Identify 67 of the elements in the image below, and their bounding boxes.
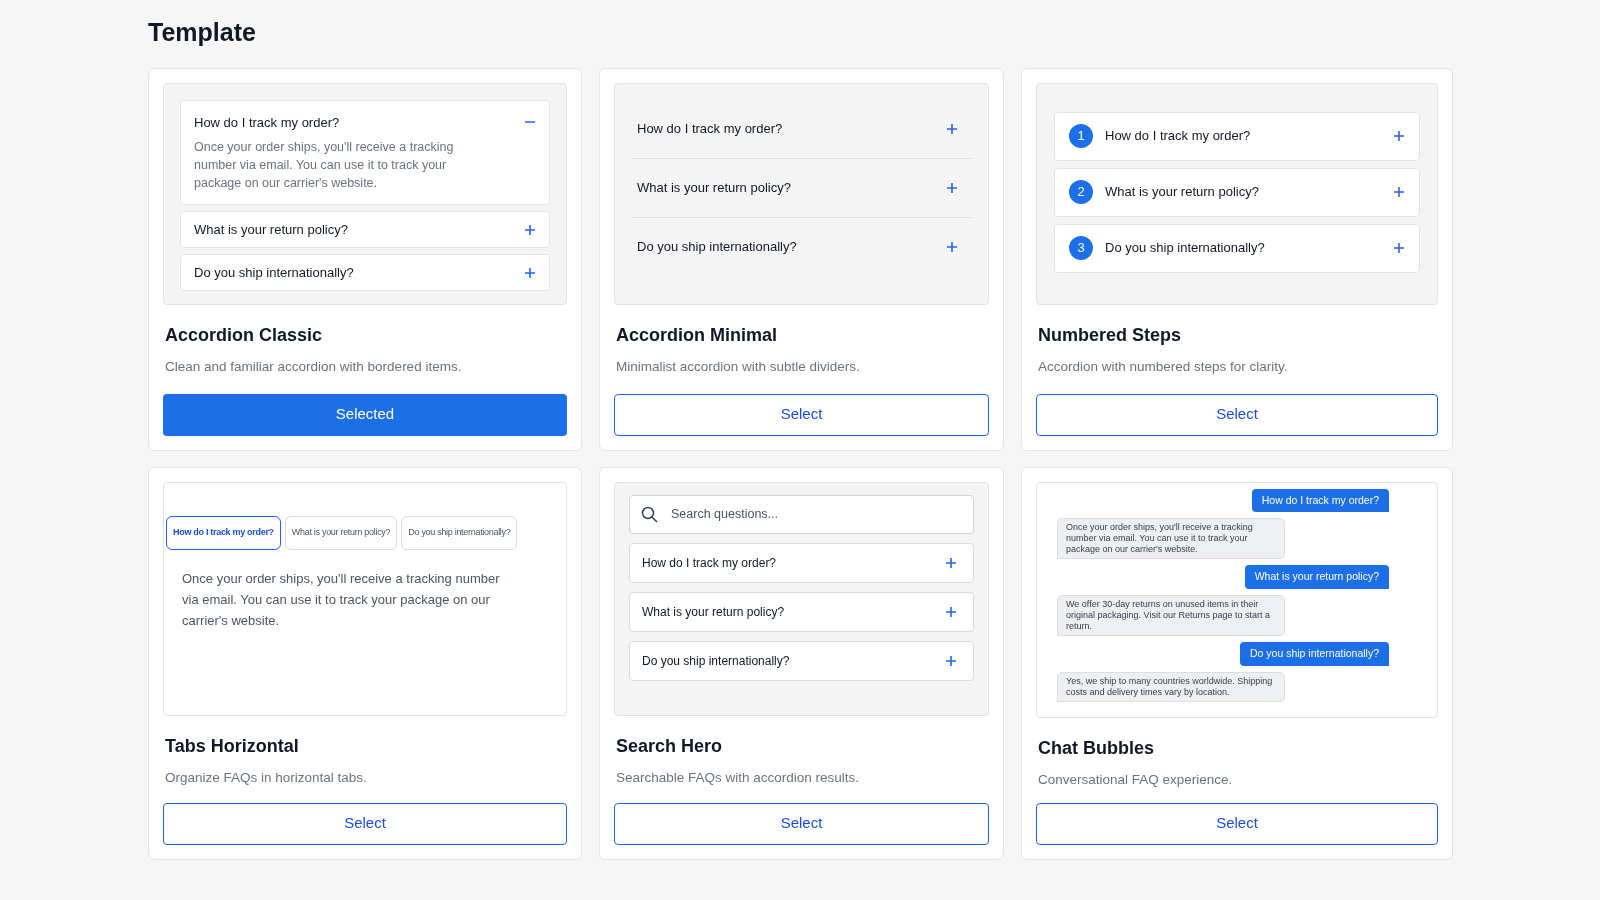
card-description: Accordion with numbered steps for clarity. <box>1038 357 1289 376</box>
card-title: Chat Bubbles <box>1038 736 1155 760</box>
card-description: Organize FAQs in horizontal tabs. <box>165 768 368 787</box>
answer-bubble: We offer 30-day returns on unused items in their original packaging. Visit our Returns page to start a return. <box>1057 595 1285 636</box>
question-text: What is your return policy? <box>1105 183 1260 202</box>
question-text[interactable]: How do I track my order? <box>637 118 783 139</box>
select-button[interactable]: Select <box>163 802 567 845</box>
plus-icon[interactable] <box>1393 130 1405 142</box>
search-field[interactable]: Search questions... <box>629 494 974 534</box>
plus-icon[interactable] <box>945 654 957 667</box>
page-title: Template <box>148 17 257 48</box>
card-title: Search Hero <box>616 734 724 758</box>
answer-bubble: Once your order ships, you'll receive a tracking number via email. You can use it to track your package on our carrier's website. <box>1057 518 1285 560</box>
accordion-item[interactable]: 2 What is your return policy? <box>1054 167 1420 217</box>
select-button[interactable]: Select <box>614 393 989 436</box>
question-text[interactable]: Do you ship internationally? <box>637 237 797 257</box>
card-description: Clean and familiar accordion with bordered items. <box>165 357 463 376</box>
question-text: Do you ship internationally? <box>1105 239 1266 258</box>
select-button[interactable]: Select <box>1036 393 1438 436</box>
question-bubble: Do you ship internationally? <box>1240 642 1389 666</box>
accordion-item[interactable]: How do I track my order? <box>629 542 974 583</box>
accordion-item[interactable]: Do you ship internationally? <box>629 640 974 681</box>
question-text: Do you ship internationally? <box>194 263 354 282</box>
question-text: How do I track my order? <box>642 554 777 572</box>
question-text: What is your return policy? <box>194 220 348 239</box>
question-text: How do I track my order? <box>1105 127 1252 146</box>
card-title: Numbered Steps <box>1038 323 1183 347</box>
select-button[interactable]: Selected <box>163 393 567 436</box>
accordion-item[interactable]: 3 Do you ship internationally? <box>1054 223 1420 273</box>
plus-icon[interactable] <box>1393 186 1405 198</box>
accordion-item[interactable]: 1 How do I track my order? <box>1054 111 1420 161</box>
plus-icon[interactable] <box>945 556 957 569</box>
plus-icon[interactable] <box>946 181 958 194</box>
select-button[interactable]: Select <box>1036 802 1438 845</box>
question-bubble: How do I track my order? <box>1251 488 1389 513</box>
card-title: Tabs Horizontal <box>165 734 300 758</box>
question-text[interactable]: What is your return policy? <box>637 177 791 198</box>
plus-icon[interactable] <box>945 605 957 618</box>
tab[interactable]: Do you ship internationally? <box>401 515 518 550</box>
select-button[interactable]: Select <box>614 802 989 845</box>
step-number: 2 <box>1069 180 1093 204</box>
plus-icon[interactable] <box>1393 242 1405 254</box>
question-text: Do you ship internationally? <box>642 652 790 670</box>
card-description: Minimalist accordion with subtle dividers. <box>616 357 861 376</box>
card-title: Accordion Minimal <box>616 323 778 347</box>
tab[interactable]: What is your return policy? <box>284 515 398 550</box>
question-text: What is your return policy? <box>642 603 785 621</box>
card-title: Accordion Classic <box>165 323 324 347</box>
answer-bubble: Yes, we ship to many countries worldwide. Shipping costs and delivery times vary by location. <box>1057 671 1285 702</box>
plus-icon[interactable] <box>524 223 536 236</box>
plus-icon[interactable] <box>524 266 536 279</box>
plus-icon[interactable] <box>946 122 958 135</box>
question-text: How do I track my order? <box>194 113 340 132</box>
search-icon <box>641 505 658 523</box>
accordion-item[interactable]: What is your return policy? <box>629 591 974 632</box>
answer-text: Once your order ships, you'll receive a tracking number via email. You can use it to track your package on our carrier's website. <box>181 569 501 630</box>
step-number: 1 <box>1069 124 1093 148</box>
accordion-item[interactable]: Do you ship internationally? <box>180 254 550 291</box>
answer-text: Once your order ships, you'll receive a tracking number via email. You can use it to track your package on our carrier's website. <box>194 139 455 192</box>
question-bubble: What is your return policy? <box>1244 565 1389 589</box>
card-description: Searchable FAQs with accordion results. <box>616 768 861 787</box>
accordion-item[interactable]: How do I track my order? Once your order ships, you'll receive a tracking number via email. You can use it to track your package on our carrier's website. <box>180 99 550 205</box>
card-description: Conversational FAQ experience. <box>1038 770 1234 789</box>
tab[interactable]: How do I track my order? <box>166 515 281 550</box>
accordion-item[interactable]: What is your return policy? <box>180 211 550 248</box>
step-number: 3 <box>1069 236 1093 260</box>
plus-icon[interactable] <box>946 241 958 253</box>
